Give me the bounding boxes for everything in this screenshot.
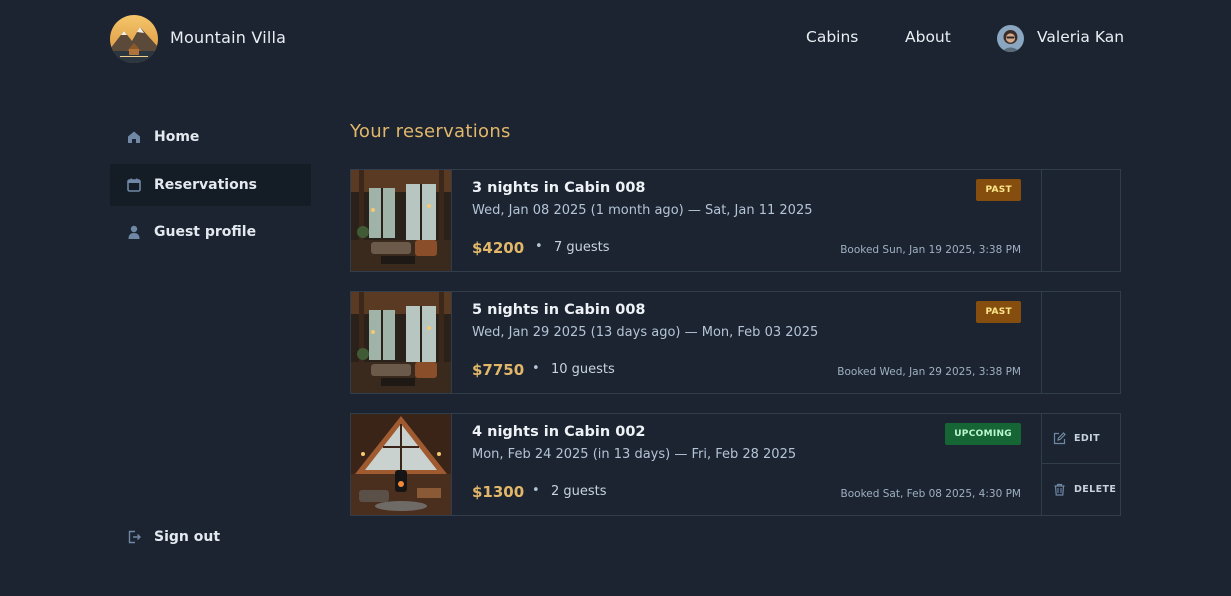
reservation-guests: 10 guests: [551, 362, 615, 377]
nav-cabins[interactable]: Cabins: [806, 28, 858, 46]
status-badge: PAST: [976, 301, 1021, 323]
sidebar-item-label: Reservations: [154, 177, 257, 193]
reservation-price: $4200: [472, 239, 525, 257]
reservation-card: 5 nights in Cabin 008 Wed, Jan 29 2025 (…: [350, 291, 1121, 394]
user-name[interactable]: Valeria Kan: [1037, 28, 1124, 46]
separator-dot: •: [535, 239, 543, 254]
reservation-price: $1300: [472, 483, 525, 501]
reservation-dates: Wed, Jan 08 2025 (1 month ago) — Sat, Ja…: [472, 203, 813, 218]
booked-date: Booked Sun, Jan 19 2025, 3:38 PM: [840, 244, 1021, 256]
actions-column: [1041, 170, 1120, 271]
home-icon: [126, 129, 142, 145]
cabin-image: [351, 414, 452, 515]
reservation-guests: 2 guests: [551, 484, 607, 499]
sign-out-button[interactable]: Sign out: [110, 516, 311, 558]
status-badge: PAST: [976, 179, 1021, 201]
delete-label: DELETE: [1074, 483, 1117, 495]
reservation-dates: Mon, Feb 24 2025 (in 13 days) — Fri, Feb…: [472, 447, 797, 462]
sign-out-label: Sign out: [154, 529, 221, 545]
sidebar-item-reservations[interactable]: Reservations: [110, 164, 311, 206]
logo[interactable]: [110, 15, 158, 63]
reservation-title: 3 nights in Cabin 008: [472, 180, 646, 196]
booked-date: Booked Wed, Jan 29 2025, 3:38 PM: [837, 366, 1021, 378]
edit-icon: [1053, 432, 1066, 445]
reservation-title: 5 nights in Cabin 008: [472, 302, 646, 318]
edit-button[interactable]: EDIT: [1042, 414, 1121, 464]
status-badge: UPCOMING: [945, 423, 1021, 445]
separator-dot: •: [532, 483, 540, 498]
reservation-dates: Wed, Jan 29 2025 (13 days ago) — Mon, Fe…: [472, 325, 819, 340]
avatar[interactable]: [997, 25, 1024, 52]
reservation-price: $7750: [472, 361, 525, 379]
booked-date: Booked Sat, Feb 08 2025, 4:30 PM: [840, 488, 1021, 500]
top-header: Mountain Villa Cabins About Valeria Kan: [0, 0, 1231, 78]
sidebar-item-home[interactable]: Home: [110, 116, 311, 158]
reservation-card: 4 nights in Cabin 002 Mon, Feb 24 2025 (…: [350, 413, 1121, 516]
edit-label: EDIT: [1074, 433, 1100, 444]
reservation-title: 4 nights in Cabin 002: [472, 424, 646, 440]
sidebar-item-label: Guest profile: [154, 224, 257, 240]
reservation-guests: 7 guests: [554, 240, 610, 255]
actions-column: [1041, 292, 1120, 393]
delete-button[interactable]: DELETE: [1042, 464, 1121, 514]
sidebar-item-label: Home: [154, 129, 200, 145]
nav-about[interactable]: About: [905, 28, 951, 46]
sign-out-icon: [126, 529, 142, 545]
separator-dot: •: [532, 361, 540, 376]
page-title: Your reservations: [350, 121, 511, 142]
calendar-icon: [126, 177, 142, 193]
cabin-image: [351, 292, 452, 393]
app-name[interactable]: Mountain Villa: [170, 28, 286, 47]
user-icon: [126, 224, 142, 240]
trash-icon: [1053, 483, 1066, 496]
cabin-image: [351, 170, 452, 271]
sidebar-item-guest-profile[interactable]: Guest profile: [110, 211, 311, 253]
actions-column: EDIT DELETE: [1041, 414, 1121, 515]
reservation-card: 3 nights in Cabin 008 Wed, Jan 08 2025 (…: [350, 169, 1121, 272]
